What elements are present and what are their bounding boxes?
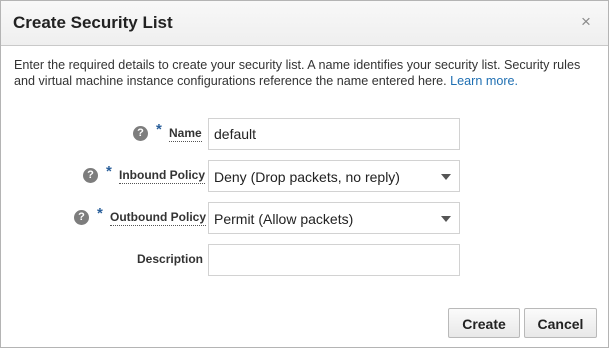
- chevron-down-icon: [441, 174, 451, 180]
- outbound-policy-select[interactable]: Permit (Allow packets): [208, 202, 460, 234]
- create-button[interactable]: Create: [448, 308, 520, 338]
- name-input[interactable]: [209, 119, 454, 149]
- required-indicator: *: [97, 205, 103, 222]
- create-security-list-dialog: Create Security List × Enter the require…: [0, 0, 609, 348]
- inbound-policy-label: Inbound Policy: [119, 168, 205, 184]
- name-row: ? * Name: [1, 118, 608, 150]
- help-icon[interactable]: ?: [74, 210, 89, 225]
- inbound-policy-row: ? * Inbound Policy Deny (Drop packets, n…: [1, 160, 608, 192]
- description-input[interactable]: [209, 245, 454, 275]
- outbound-policy-selected-value: Permit (Allow packets): [214, 211, 354, 227]
- cancel-button[interactable]: Cancel: [524, 308, 597, 338]
- dialog-header: Create Security List ×: [1, 1, 608, 46]
- outbound-policy-label: Outbound Policy: [110, 210, 206, 226]
- description-field-box: [208, 244, 460, 276]
- description-row: Description: [1, 244, 608, 276]
- required-indicator: *: [156, 121, 162, 138]
- inbound-policy-select[interactable]: Deny (Drop packets, no reply): [208, 160, 460, 192]
- close-icon[interactable]: ×: [576, 11, 596, 33]
- required-indicator: *: [106, 163, 112, 180]
- name-field-box: [208, 118, 460, 150]
- outbound-policy-row: ? * Outbound Policy Permit (Allow packet…: [1, 202, 608, 234]
- name-label: Name: [169, 126, 202, 142]
- inbound-policy-selected-value: Deny (Drop packets, no reply): [214, 169, 400, 185]
- dialog-body: Enter the required details to create you…: [1, 46, 608, 347]
- chevron-down-icon: [441, 216, 451, 222]
- help-icon[interactable]: ?: [83, 168, 98, 183]
- description-label: Description: [137, 252, 204, 266]
- dialog-title: Create Security List: [13, 13, 173, 32]
- intro-text-block: Enter the required details to create you…: [14, 58, 599, 89]
- help-icon[interactable]: ?: [133, 126, 148, 141]
- learn-more-link[interactable]: Learn more.: [450, 74, 518, 88]
